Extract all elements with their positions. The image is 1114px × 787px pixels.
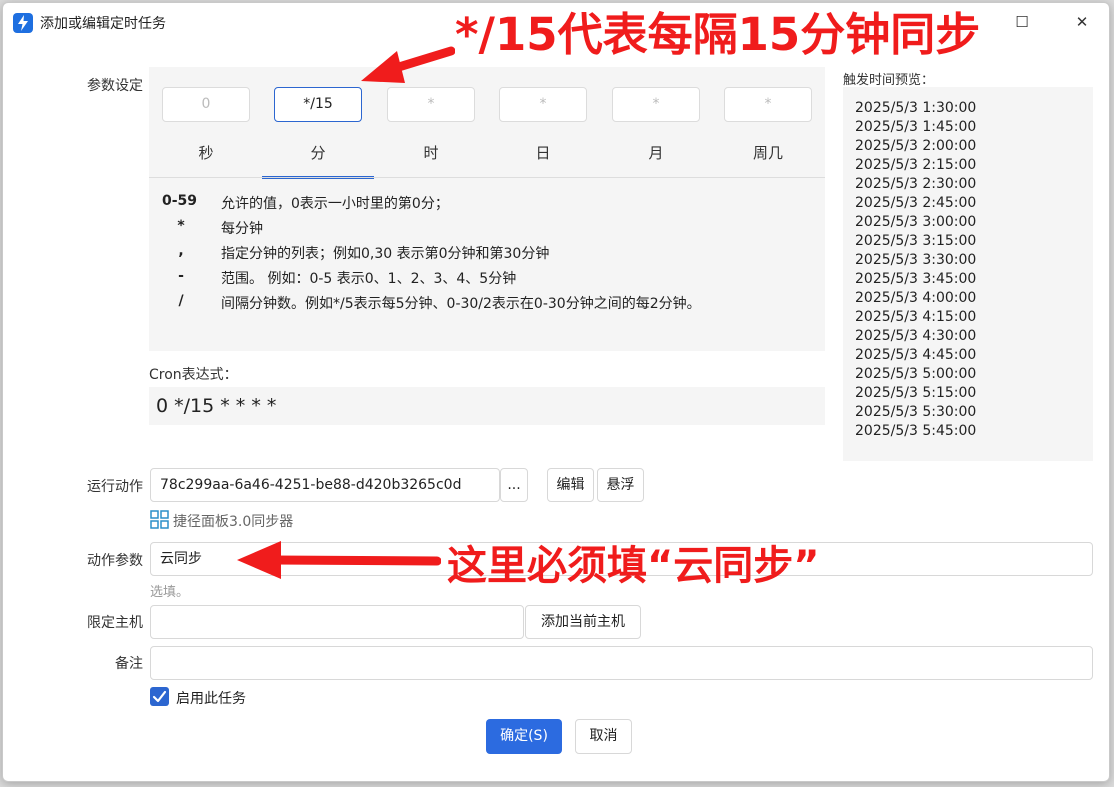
- preview-time: 2025/5/3 4:45:00: [855, 347, 977, 363]
- help-text: 范围。 例如：0-5 表示0、1、2、3、4、5分钟: [221, 271, 517, 287]
- preview-time: 2025/5/3 1:45:00: [855, 119, 977, 135]
- preview-time: 2025/5/3 2:15:00: [855, 157, 977, 173]
- preview-time: 2025/5/3 4:30:00: [855, 328, 977, 344]
- preview-time: 2025/5/3 5:00:00: [855, 366, 977, 382]
- preview-time: 2025/5/3 4:15:00: [855, 309, 977, 325]
- cron-expression: 0 */15 * * * *: [149, 387, 825, 425]
- help-text: 间隔分钟数。例如*/5表示每5分钟、0-30/2表示在0-30分钟之间的每2分钟…: [221, 296, 701, 312]
- help-text: 每分钟: [221, 221, 263, 237]
- browse-action-button[interactable]: ...: [500, 468, 528, 502]
- cron-expression-label: Cron表达式：: [149, 367, 238, 383]
- float-button[interactable]: 悬浮: [597, 468, 644, 502]
- help-symbol: -: [178, 268, 184, 284]
- day-field[interactable]: *: [499, 87, 587, 122]
- preview-time: 2025/5/3 4:00:00: [855, 290, 977, 306]
- minute-field[interactable]: */15: [274, 87, 362, 122]
- help-symbol: /: [178, 293, 184, 309]
- lightning-icon: [13, 13, 33, 33]
- annotation-arrow-icon: [361, 46, 455, 83]
- note-label: 备注: [115, 656, 143, 672]
- window-title: 添加或编辑定时任务: [40, 16, 166, 32]
- tab-day[interactable]: 日: [487, 133, 599, 179]
- preview-time: 2025/5/3 1:30:00: [855, 100, 977, 116]
- preview-time: 2025/5/3 3:30:00: [855, 252, 977, 268]
- tab-minute[interactable]: 分: [262, 133, 374, 179]
- grid-icon: [150, 510, 169, 529]
- preview-time: 2025/5/3 2:45:00: [855, 195, 977, 211]
- tab-hour[interactable]: 时: [375, 133, 487, 179]
- preview-time: 2025/5/3 5:15:00: [855, 385, 977, 401]
- preview-time: 2025/5/3 2:00:00: [855, 138, 977, 154]
- annotation-arrow-icon: [237, 541, 441, 579]
- note-input[interactable]: [150, 646, 1093, 680]
- preview-time: 2025/5/3 5:30:00: [855, 404, 977, 420]
- help-text: 允许的值，0表示一小时里的第0分；: [221, 196, 449, 212]
- tab-divider: [149, 177, 825, 178]
- tab-month[interactable]: 月: [600, 133, 712, 179]
- help-symbol: ,: [178, 243, 184, 259]
- annotation-top: */15代表每隔15分钟同步: [455, 3, 981, 67]
- preview-label: 触发时间预览：: [843, 73, 935, 88]
- trigger-preview-list: 2025/5/3 1:30:00 2025/5/3 1:45:00 2025/5/3…: [843, 87, 1093, 461]
- help-symbol: 0-59: [162, 193, 198, 209]
- enable-checkbox[interactable]: [150, 687, 169, 706]
- add-current-host-button[interactable]: 添加当前主机: [525, 605, 641, 639]
- params-label: 参数设定: [87, 78, 143, 94]
- enable-label[interactable]: 启用此任务: [176, 688, 246, 708]
- weekday-field[interactable]: *: [724, 87, 812, 122]
- maximize-button[interactable]: ☐: [1011, 11, 1033, 33]
- cancel-button[interactable]: 取消: [575, 719, 632, 754]
- month-field[interactable]: *: [612, 87, 700, 122]
- ok-button[interactable]: 确定(S): [486, 719, 562, 754]
- action-label: 运行动作: [87, 479, 143, 495]
- action-params-label: 动作参数: [87, 553, 143, 569]
- dialog-window: 添加或编辑定时任务 ☐ ✕ 参数设定 运行动作 动作参数 限定主机 备注 0 *…: [2, 2, 1110, 782]
- host-label: 限定主机: [87, 615, 143, 631]
- help-symbol: *: [177, 218, 185, 234]
- annotation-middle: 这里必须填“云同步”: [447, 543, 820, 589]
- close-button[interactable]: ✕: [1071, 11, 1093, 33]
- edit-button[interactable]: 编辑: [547, 468, 594, 502]
- preview-time: 2025/5/3 3:00:00: [855, 214, 977, 230]
- tab-second[interactable]: 秒: [150, 133, 262, 179]
- preview-time: 2025/5/3 2:30:00: [855, 176, 977, 192]
- action-id-input[interactable]: 78c299aa-6a46-4251-be88-d420b3265c0d: [150, 468, 500, 502]
- action-params-hint: 选填。: [150, 585, 190, 600]
- host-input[interactable]: [150, 605, 524, 639]
- help-text: 指定分钟的列表；例如0,30 表示第0分钟和第30分钟: [221, 246, 550, 262]
- action-link-text[interactable]: 捷径面板3.0同步器: [173, 511, 293, 531]
- preview-time: 2025/5/3 5:45:00: [855, 423, 977, 439]
- second-field[interactable]: 0: [162, 87, 250, 122]
- preview-time: 2025/5/3 3:15:00: [855, 233, 977, 249]
- tab-weekday[interactable]: 周几: [712, 133, 824, 179]
- hour-field[interactable]: *: [387, 87, 475, 122]
- cron-editor-panel: 0 */15 * * * * 秒 分 时 日 月 周几 0-59 允许的值，0表…: [149, 67, 825, 351]
- preview-time: 2025/5/3 3:45:00: [855, 271, 977, 287]
